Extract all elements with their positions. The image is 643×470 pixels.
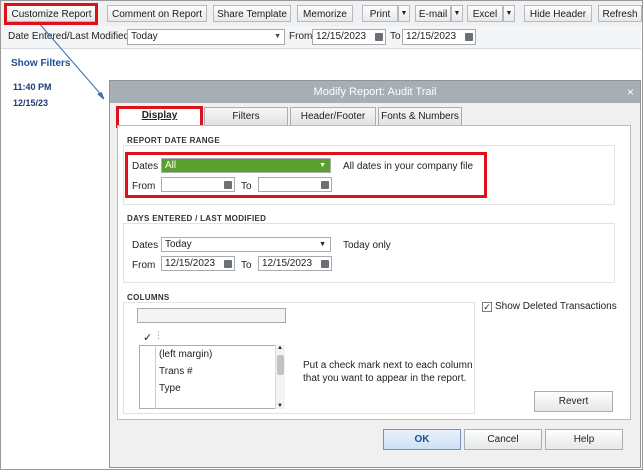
calendar-icon[interactable]: [224, 181, 232, 189]
help-button[interactable]: Help: [545, 429, 623, 450]
tab-display[interactable]: Display: [118, 106, 201, 126]
scroll-down-icon[interactable]: ▼: [277, 403, 283, 409]
days-dates-label: Dates: [132, 240, 159, 251]
days-to-date-field[interactable]: 12/15/2023: [258, 256, 332, 271]
report-dates-select[interactable]: All ▼: [161, 158, 331, 173]
show-deleted-checkbox[interactable]: ✓: [482, 302, 492, 312]
report-date-range-title: REPORT DATE RANGE: [127, 136, 220, 145]
scroll-up-icon[interactable]: ▲: [277, 345, 283, 351]
days-dates-select[interactable]: Today ▼: [161, 237, 331, 252]
columns-scrollbar[interactable]: ▲ ▼: [275, 345, 285, 409]
days-entered-group: [123, 223, 615, 283]
list-item[interactable]: Trans #: [159, 366, 193, 377]
tab-filters[interactable]: Filters: [204, 107, 288, 125]
dialog-title: Modify Report: Audit Trail: [110, 81, 640, 103]
columns-search-input[interactable]: [137, 308, 286, 323]
scrollbar-thumb[interactable]: [277, 355, 284, 375]
chevron-down-icon: ▼: [319, 241, 326, 248]
cancel-button[interactable]: Cancel: [464, 429, 542, 450]
report-dates-note: All dates in your company file: [343, 161, 474, 172]
column-divider-dots: ⋮: [154, 330, 163, 340]
list-item[interactable]: (left margin): [159, 349, 212, 360]
columns-instructions-line2: that you want to appear in the report.: [303, 373, 467, 384]
list-item[interactable]: Type: [159, 383, 181, 394]
show-deleted-label: Show Deleted Transactions: [495, 301, 617, 312]
chevron-down-icon: ▼: [319, 162, 326, 169]
tab-filters-label: Filters: [232, 111, 260, 122]
days-from-date-field[interactable]: 12/15/2023: [161, 256, 235, 271]
report-date-range-group: [123, 145, 615, 205]
days-entered-title: DAYS ENTERED / LAST MODIFIED: [127, 214, 267, 223]
check-header-icon: ✓: [143, 332, 153, 344]
days-from-date-value: 12/15/2023: [165, 258, 216, 269]
calendar-icon[interactable]: [321, 181, 329, 189]
days-dates-note: Today only: [343, 240, 391, 251]
close-icon[interactable]: ×: [627, 81, 634, 103]
tab-display-label: Display: [141, 110, 178, 121]
report-from-date-field[interactable]: [161, 177, 235, 192]
report-to-label: To: [241, 181, 252, 192]
report-dates-value: All: [165, 160, 177, 171]
calendar-icon[interactable]: [224, 260, 232, 268]
tab-header-footer[interactable]: Header/Footer: [290, 107, 376, 125]
days-dates-value: Today: [165, 239, 192, 250]
report-from-label: From: [132, 181, 156, 192]
days-to-date-value: 12/15/2023: [262, 258, 313, 269]
tab-fonts-numbers[interactable]: Fonts & Numbers: [378, 107, 462, 125]
calendar-icon[interactable]: [321, 260, 329, 268]
revert-button[interactable]: Revert: [534, 391, 613, 412]
check-column-divider: [155, 345, 156, 409]
columns-instructions-line1: Put a check mark next to each column: [303, 360, 473, 371]
days-from-label: From: [132, 260, 156, 271]
ok-button[interactable]: OK: [383, 429, 461, 450]
columns-title: COLUMNS: [127, 293, 170, 302]
days-to-label: To: [241, 260, 252, 271]
tab-fonts-numbers-label: Fonts & Numbers: [381, 111, 459, 122]
dates-label: Dates: [132, 161, 159, 172]
report-to-date-field[interactable]: [258, 177, 332, 192]
tab-header-footer-label: Header/Footer: [300, 111, 366, 122]
